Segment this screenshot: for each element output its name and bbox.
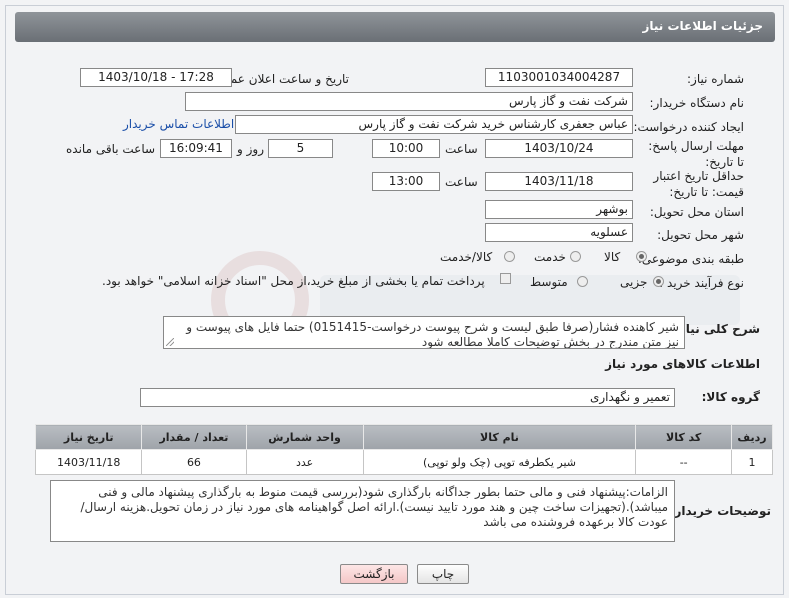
price-validity-time-label: ساعت [445,175,478,189]
remaining-time-label: ساعت باقی مانده [66,142,156,156]
print-button[interactable]: چاپ [417,564,469,584]
city-field: عسلویه [485,223,633,242]
reply-deadline-label: مهلت ارسال پاسخ: تا تاریخ: [648,139,744,169]
col-row-number: ردیف [730,424,774,450]
need-number-label: شماره نیاز: [687,72,744,86]
treasury-payment-note: پرداخت تمام یا بخشی از مبلغ خرید،از محل … [102,274,485,288]
reply-days-field: 5 [268,139,333,158]
category-goods-text: کالا [604,250,621,264]
buyer-notes-text: الزامات:پیشنهاد فنی و مالی حتما بطور جدا… [80,485,668,529]
table-row: 1 -- شیر یکطرفه توپی (چک ولو توپی) عدد 6… [34,449,774,475]
cell-quantity: 66 [141,449,247,475]
buyer-contact-link[interactable]: اطلاعات تماس خریدار [123,117,234,131]
page-title: جزئیات اطلاعات نیاز [642,19,763,33]
category-goods-service-text: کالا/خدمت [440,250,493,264]
treasury-payment-checkbox[interactable] [500,273,511,284]
header-bar: جزئیات اطلاعات نیاز [15,12,775,42]
purchase-type-label: نوع فرآیند خرید : [659,276,744,290]
remaining-time-field: 16:09:41 [160,139,232,158]
resize-grip-icon[interactable] [166,338,174,346]
category-service-radio[interactable] [570,251,581,262]
reply-time-label: ساعت [445,142,478,156]
price-validity-time-field: 13:00 [372,172,440,191]
col-need-date: تاریخ نیاز [34,424,143,450]
requester-label: ایجاد کننده درخواست: [633,120,744,134]
category-goods-service-radio[interactable] [504,251,515,262]
purchase-medium-text: متوسط [530,275,568,289]
price-validity-label: حداقل تاریخ اعتبار قیمت: تا تاریخ: [653,169,744,199]
need-number-field: 1103001034004287 [485,68,633,87]
reply-date-field: 1403/10/24 [485,139,633,158]
general-description-textarea: شیر کاهنده فشار(صرفا طبق لیست و شرح پیوس… [163,316,685,349]
general-description-text: شیر کاهنده فشار(صرفا طبق لیست و شرح پیوس… [186,320,679,349]
buyer-notes-textarea: الزامات:پیشنهاد فنی و مالی حتما بطور جدا… [50,480,675,542]
back-button[interactable]: بازگشت [340,564,408,584]
general-description-label: شرح کلی نیاز: [674,322,760,336]
col-goods-code: کد کالا [635,424,732,450]
cell-need-date: 1403/11/18 [34,449,143,475]
goods-table: ردیف کد کالا نام کالا واحد شمارش تعداد /… [34,424,774,475]
buyer-notes-label: توضیحات خریدار: [669,504,771,518]
province-field: بوشهر [485,200,633,219]
requester-field: عباس جعفری کارشناس خرید شرکت نفت و گاز پ… [235,115,633,134]
cell-goods-code: -- [635,449,732,475]
reply-days-label: روز و [237,142,264,156]
col-goods-name: نام کالا [362,424,637,450]
cell-goods-name: شیر یکطرفه توپی (چک ولو توپی) [362,449,637,475]
goods-group-field: تعمیر و نگهداری [140,388,675,407]
col-quantity: تعداد / مقدار [141,424,247,450]
col-unit: واحد شمارش [245,424,364,450]
province-label: استان محل تحویل: [649,205,744,219]
purchase-minor-radio[interactable] [653,276,664,287]
buyer-org-field: شرکت نفت و گاز پارس [185,92,633,111]
buyer-org-label: نام دستگاه خریدار: [649,96,745,110]
goods-section-title: اطلاعات کالاهای مورد نیاز [605,357,760,371]
goods-group-label: گروه کالا: [701,390,760,404]
purchase-medium-radio[interactable] [577,276,588,287]
category-label: طبقه بندی موضوعی: [637,252,744,266]
category-service-text: خدمت [534,250,566,264]
city-label: شهر محل تحویل: [657,228,744,242]
category-goods-radio[interactable] [636,251,647,262]
reply-time-field: 10:00 [372,139,440,158]
announce-datetime-field: 1403/10/18 - 17:28 [80,68,232,87]
goods-table-header-row: ردیف کد کالا نام کالا واحد شمارش تعداد /… [34,424,774,450]
cell-row-number: 1 [730,449,774,475]
price-validity-date-field: 1403/11/18 [485,172,633,191]
cell-unit: عدد [245,449,364,475]
purchase-minor-text: جزیی [620,275,648,289]
